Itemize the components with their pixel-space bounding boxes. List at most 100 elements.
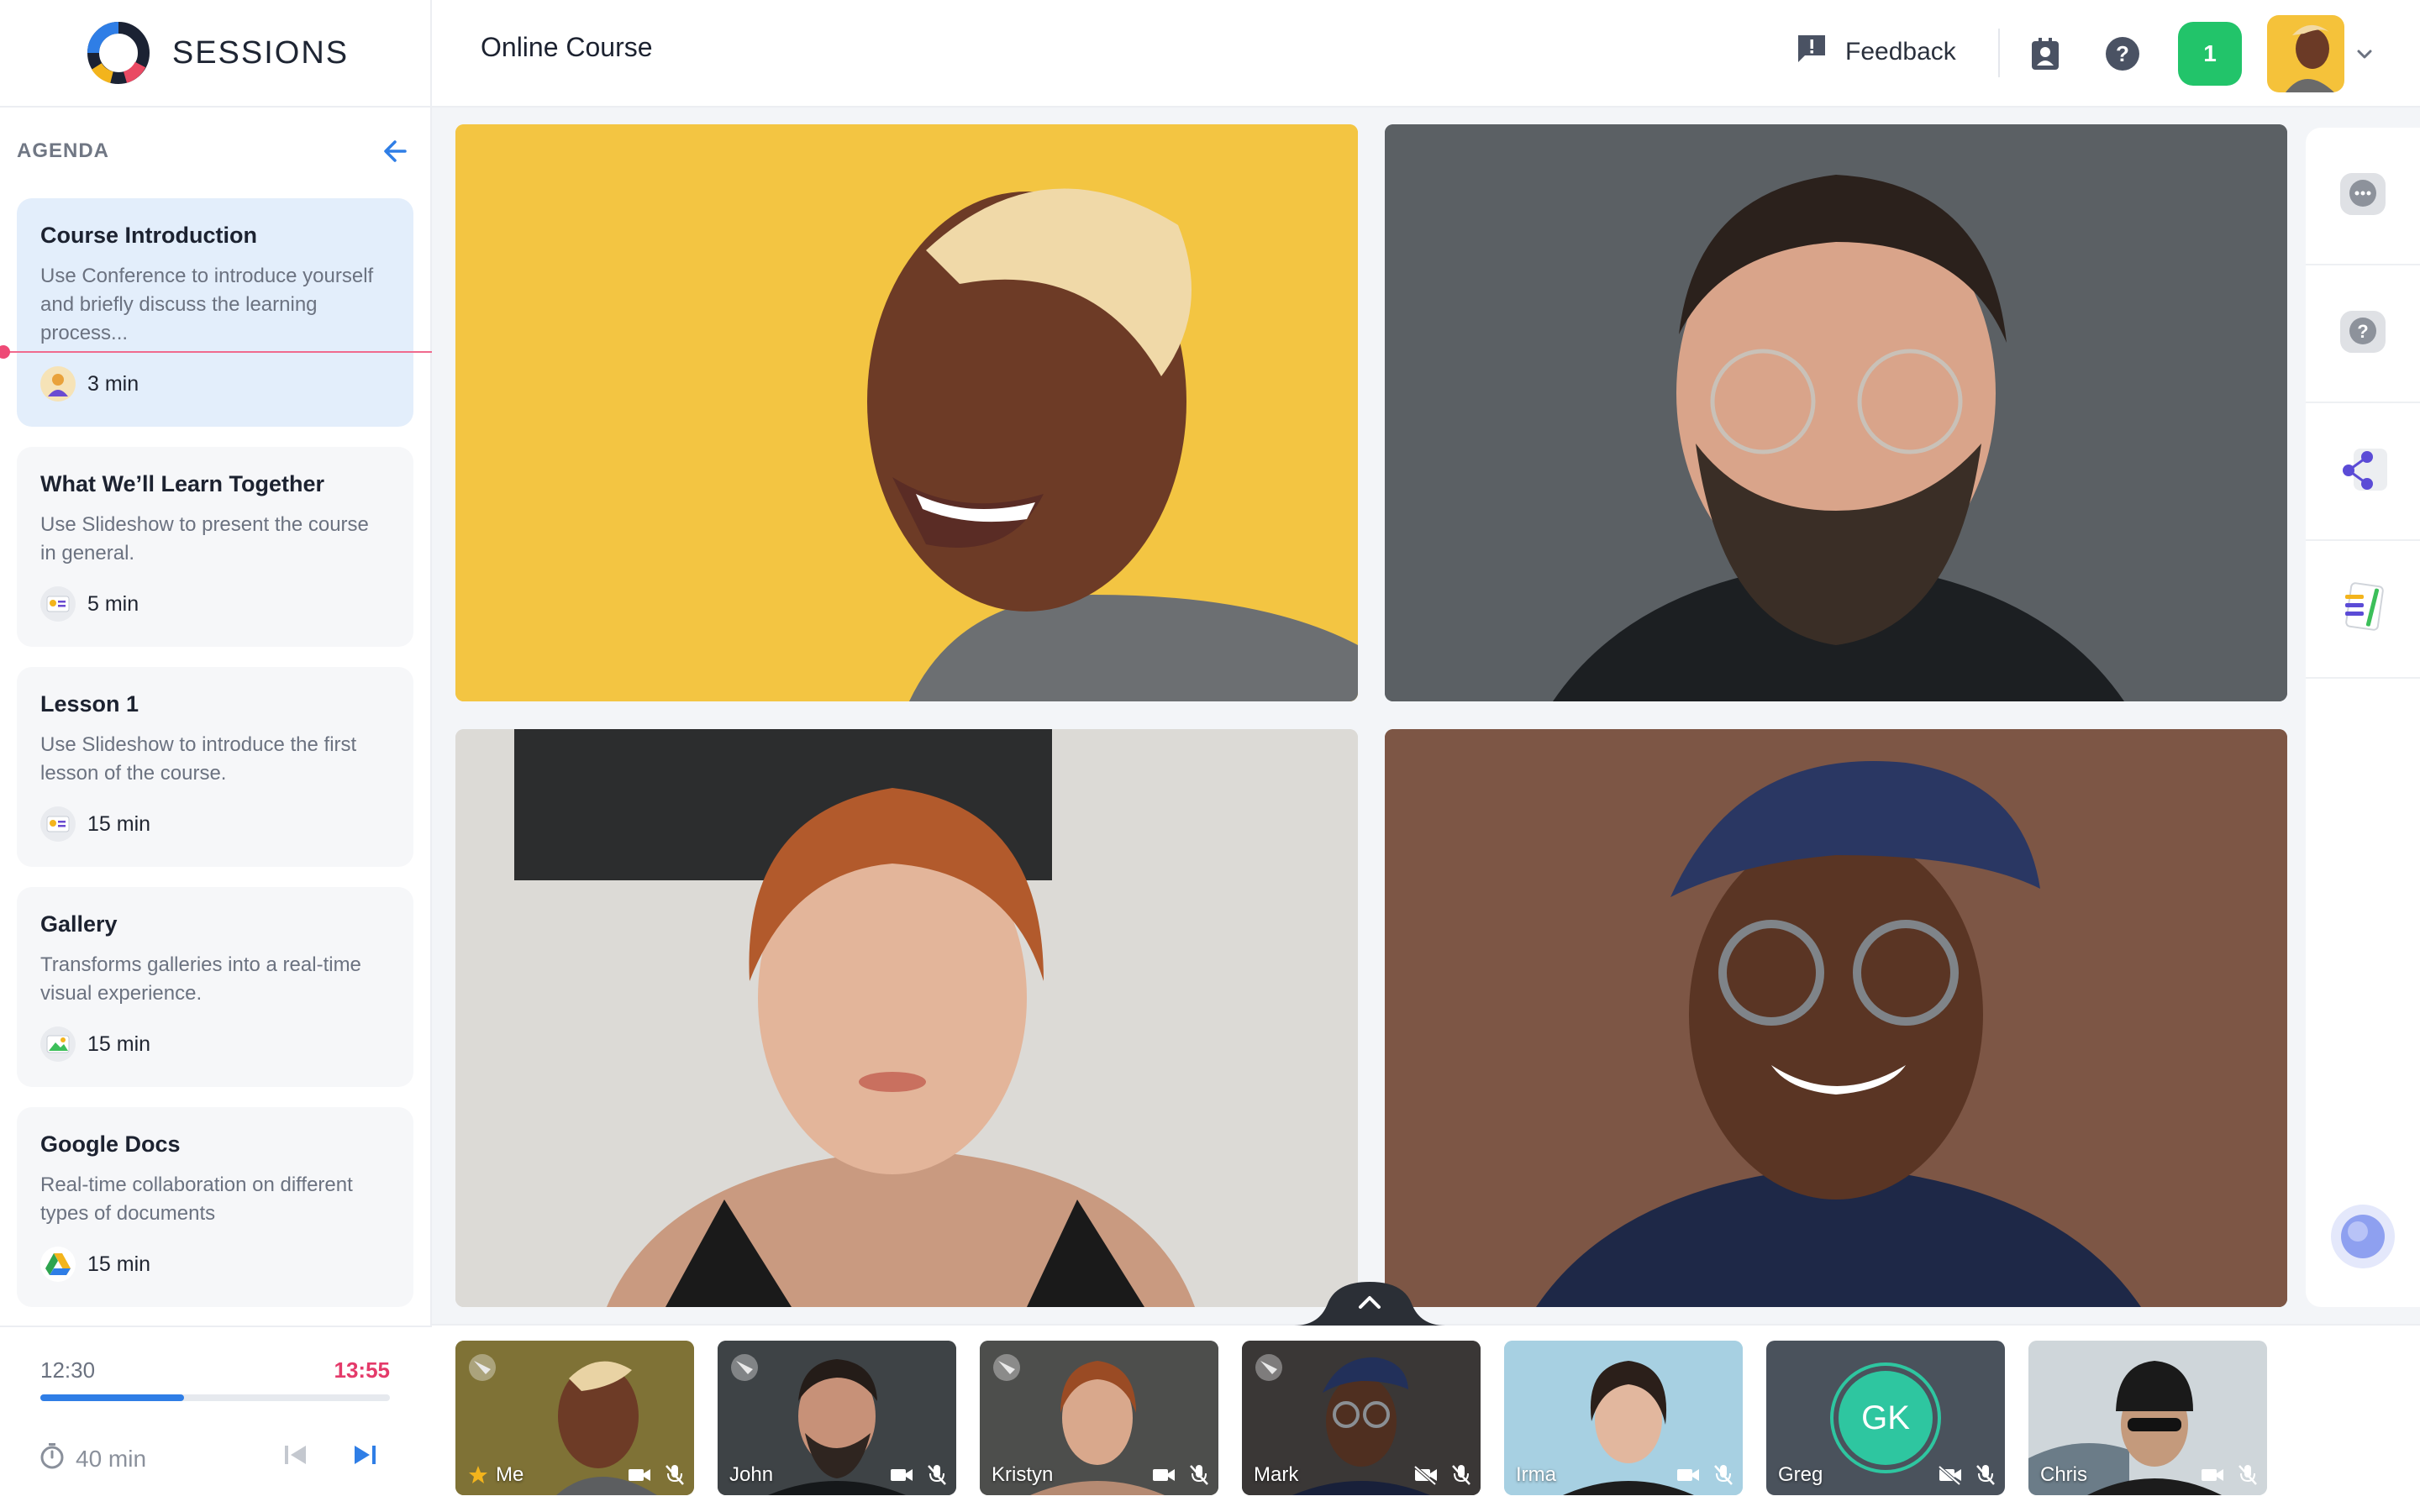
conference-icon <box>40 366 76 402</box>
session-progress-fill <box>40 1394 184 1401</box>
agenda-item-course-introduction[interactable]: Course Introduction Use Conference to in… <box>0 198 432 427</box>
participant-status <box>2200 1463 2259 1487</box>
agenda-item-meta: 3 min <box>40 366 390 427</box>
tools-rail: ? <box>2306 128 2420 1307</box>
feedback-button[interactable]: Feedback <box>1795 32 1956 72</box>
participant-name: Greg <box>1778 1463 1823 1486</box>
top-bar: Online Course Feedback ? 1 <box>432 0 2420 108</box>
share-button[interactable] <box>2306 403 2420 541</box>
spotlight-pin-icon[interactable] <box>1252 1351 1286 1384</box>
agenda-item-duration: 15 min <box>87 1032 151 1056</box>
speaking-ring: GK <box>1830 1362 1941 1473</box>
video-tile-me[interactable] <box>455 124 1358 701</box>
participant-thumb-john[interactable]: John <box>718 1341 956 1495</box>
agenda-item-meta: 15 min <box>40 1247 390 1307</box>
participant-status <box>1676 1463 1734 1487</box>
agenda-item-description: Transforms galleries into a real-time vi… <box>40 953 361 1005</box>
agenda-list: Course Introduction Use Conference to in… <box>0 198 432 1327</box>
agenda-item-meta: 15 min <box>40 806 390 867</box>
participant-status <box>627 1463 686 1487</box>
agenda-item-gallery[interactable]: Gallery Transforms galleries into a real… <box>17 887 413 1087</box>
agenda-item-meta: 15 min <box>40 1026 390 1087</box>
expand-strip-button[interactable] <box>1294 1278 1445 1326</box>
mic-muted-icon <box>666 1465 684 1485</box>
topbar-divider <box>1998 29 2000 77</box>
mic-muted-icon <box>1976 1465 1995 1485</box>
participant-thumb-me[interactable]: Me <box>455 1341 694 1495</box>
agenda-item-description: Use Slideshow to present the course in g… <box>40 513 369 564</box>
svg-text:?: ? <box>2357 321 2368 342</box>
camera-off-icon <box>1938 1465 1961 1485</box>
participant-thumb-kristyn[interactable]: Kristyn <box>980 1341 1218 1495</box>
mic-muted-icon <box>1190 1465 1208 1485</box>
assistant-orb-icon <box>2329 1203 2396 1274</box>
agenda-item-google-docs[interactable]: Google Docs Real-time collaboration on d… <box>17 1107 413 1307</box>
participant-status <box>1151 1463 1210 1487</box>
agenda-item-duration: 5 min <box>87 591 139 616</box>
participant-name: Kristyn <box>992 1463 1054 1486</box>
total-duration: 40 min <box>39 1441 146 1476</box>
mic-muted-icon <box>928 1465 946 1485</box>
agenda-item-title: Course Introduction <box>40 223 257 248</box>
participant-initials-avatar: GK <box>1839 1371 1933 1465</box>
agenda-item-duration: 15 min <box>87 1252 151 1276</box>
participant-thumb-greg[interactable]: GK Greg <box>1766 1341 2005 1495</box>
total-duration-label: 40 min <box>76 1445 147 1472</box>
next-item-icon[interactable] <box>346 1436 383 1473</box>
mic-muted-icon <box>1714 1465 1733 1485</box>
camera-on-icon <box>2202 1469 2223 1481</box>
question-icon: ? <box>2333 302 2392 365</box>
brand-logo[interactable]: SESSIONS <box>0 0 432 108</box>
gallery-icon <box>40 1026 76 1062</box>
user-avatar[interactable] <box>2267 15 2344 92</box>
assistant-button[interactable] <box>2306 1169 2420 1307</box>
agenda-item-what-well-learn[interactable]: What We’ll Learn Together Use Slideshow … <box>17 447 413 647</box>
agenda-item-description: Use Slideshow to introduce the first les… <box>40 733 357 785</box>
end-time: 13:55 <box>334 1357 391 1383</box>
participant-thumb-mark[interactable]: Mark <box>1242 1341 1481 1495</box>
page-title: Online Course <box>481 32 653 62</box>
feedback-label: Feedback <box>1845 38 1956 66</box>
camera-on-icon <box>1677 1469 1699 1481</box>
video-tile-john[interactable] <box>1385 124 2287 701</box>
camera-off-icon <box>1413 1465 1437 1485</box>
slideshow-icon <box>40 586 76 622</box>
notification-count-badge[interactable]: 1 <box>2178 22 2242 86</box>
agenda-item-meta: 5 min <box>40 586 390 647</box>
session-progress-bar[interactable] <box>40 1394 390 1401</box>
spotlight-pin-icon[interactable] <box>466 1351 499 1384</box>
participant-thumb-chris[interactable]: Chris <box>2028 1341 2267 1495</box>
collapse-sidebar-arrow-icon[interactable] <box>378 134 412 168</box>
chevron-down-icon[interactable] <box>2354 44 2375 68</box>
session-timer-panel: 12:30 13:55 40 min <box>0 1326 432 1512</box>
participant-name: John <box>729 1463 774 1486</box>
spotlight-pin-icon[interactable] <box>990 1351 1023 1384</box>
contact-card-icon[interactable] <box>2025 34 2065 74</box>
participant-name: Chris <box>2040 1463 2088 1486</box>
camera-on-icon <box>629 1469 650 1481</box>
video-tile-mark[interactable] <box>1385 729 2287 1307</box>
help-icon[interactable]: ? <box>2102 34 2143 74</box>
participant-video <box>455 124 1358 701</box>
current-time-indicator <box>0 345 432 359</box>
participant-video <box>1385 124 2287 701</box>
feedback-icon <box>1795 32 1828 72</box>
participant-name: Me <box>467 1463 523 1487</box>
previous-item-icon[interactable] <box>277 1436 314 1473</box>
stopwatch-icon <box>39 1441 66 1476</box>
agenda-item-lesson-1[interactable]: Lesson 1 Use Slideshow to introduce the … <box>17 667 413 867</box>
questions-button[interactable]: ? <box>2306 265 2420 403</box>
notes-button[interactable] <box>2306 541 2420 679</box>
camera-on-icon <box>891 1469 913 1481</box>
video-tile-kristyn[interactable] <box>455 729 1358 1307</box>
agenda-sidebar: SESSIONS AGENDA Course Introduction Use … <box>0 0 432 1512</box>
chat-button[interactable] <box>2306 128 2420 265</box>
spotlight-pin-icon[interactable] <box>728 1351 761 1384</box>
chat-icon <box>2333 165 2392 228</box>
camera-on-icon <box>1153 1469 1175 1481</box>
participant-name-text: Me <box>496 1463 524 1486</box>
agenda-item-title: What We’ll Learn Together <box>40 471 325 496</box>
participant-status <box>889 1463 948 1487</box>
participant-thumb-irma[interactable]: Irma <box>1504 1341 1743 1495</box>
elapsed-time: 12:30 <box>40 1357 96 1383</box>
